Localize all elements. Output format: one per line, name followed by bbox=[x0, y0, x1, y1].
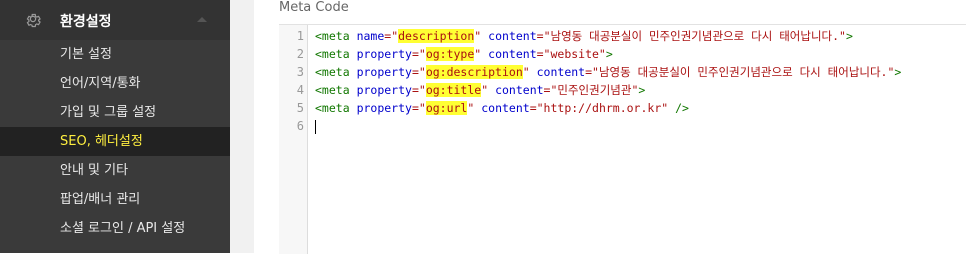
gear-icon bbox=[26, 13, 41, 28]
sidebar-item[interactable]: 언어/지역/통화 bbox=[0, 69, 230, 98]
code-token: property bbox=[356, 101, 412, 115]
code-token: =" bbox=[411, 83, 426, 97]
sidebar-gutter bbox=[230, 0, 254, 253]
code-token: > bbox=[638, 83, 646, 97]
main-panel: Meta Code 123456 <meta name="description… bbox=[254, 0, 966, 254]
code-token: <meta bbox=[315, 65, 350, 79]
highlighted-token: og:description bbox=[425, 65, 523, 79]
highlighted-token: og:title bbox=[425, 83, 482, 97]
code-token: =" bbox=[411, 65, 426, 79]
code-token: ="민주인권기념관" bbox=[543, 83, 639, 97]
code-token: <meta bbox=[315, 83, 350, 97]
code-token: " bbox=[522, 65, 530, 79]
code-token: property bbox=[356, 83, 412, 97]
line-number: 4 bbox=[296, 83, 304, 97]
code-token: property bbox=[356, 65, 412, 79]
code-line[interactable]: <meta property="og:type" content="websit… bbox=[315, 45, 966, 63]
line-number: 5 bbox=[296, 101, 304, 115]
sidebar-item[interactable]: 안내 및 기타 bbox=[0, 156, 230, 185]
settings-section-header[interactable]: 환경설정 bbox=[0, 0, 230, 40]
section-title: 환경설정 bbox=[60, 14, 112, 30]
code-token: ="website" bbox=[536, 47, 606, 61]
code-line[interactable]: <meta property="og:description" content=… bbox=[315, 63, 966, 81]
code-token: <meta bbox=[315, 101, 350, 115]
meta-code-title: Meta Code bbox=[279, 0, 349, 15]
code-token: content bbox=[488, 29, 537, 43]
caret-up-icon[interactable] bbox=[197, 17, 207, 22]
line-number: 3 bbox=[296, 65, 304, 79]
code-token: =" bbox=[411, 47, 426, 61]
sidebar-item[interactable]: 소셜 로그인 / API 설정 bbox=[0, 214, 230, 243]
code-token: =" bbox=[411, 101, 426, 115]
line-number: 2 bbox=[296, 47, 304, 61]
code-editor[interactable]: 123456 <meta name="description" content=… bbox=[279, 24, 966, 254]
code-token: > bbox=[605, 47, 613, 61]
code-token: > bbox=[845, 29, 853, 43]
highlighted-token: og:type bbox=[425, 47, 475, 61]
code-area[interactable]: <meta name="description" content="남영동 대공… bbox=[315, 27, 966, 135]
code-line[interactable]: <meta property="og:title" content="민주인권기… bbox=[315, 81, 966, 99]
line-number: 6 bbox=[296, 119, 304, 133]
code-token: content bbox=[536, 65, 586, 79]
sidebar-item[interactable]: 기본 설정 bbox=[0, 40, 230, 69]
code-token: /> bbox=[668, 101, 689, 115]
code-line[interactable]: <meta name="description" content="남영동 대공… bbox=[315, 27, 966, 45]
code-token: content bbox=[488, 47, 537, 61]
code-token: ="http://dhrm.or.kr" bbox=[529, 101, 669, 115]
code-line[interactable]: <meta property="og:url" content="http://… bbox=[315, 99, 966, 117]
sidebar: 환경설정 기본 설정 언어/지역/통화 가입 및 그룹 설정 SEO, 헤더설정 안내 … bbox=[0, 0, 230, 253]
sidebar-item[interactable]: 가입 및 그룹 설정 bbox=[0, 98, 230, 127]
code-token: <meta bbox=[315, 29, 350, 43]
code-token: ="남영동 대공분실이 민주인권기념관으로 다시 태어납니다." bbox=[536, 29, 846, 43]
highlighted-token: og:url bbox=[425, 101, 468, 115]
code-token: content bbox=[481, 101, 530, 115]
code-token: content bbox=[495, 83, 544, 97]
line-number: 1 bbox=[296, 29, 304, 43]
code-token: =" bbox=[384, 29, 399, 43]
text-cursor bbox=[315, 119, 316, 134]
highlighted-token: description bbox=[398, 29, 475, 43]
code-token: property bbox=[356, 47, 412, 61]
code-token: name bbox=[356, 29, 385, 43]
code-line[interactable] bbox=[315, 117, 966, 135]
line-number-gutter: 1 2 3 4 5 6 bbox=[279, 25, 308, 254]
sidebar-item[interactable]: 팝업/배너 관리 bbox=[0, 185, 230, 214]
code-token: > bbox=[894, 65, 902, 79]
code-token: ="남영동 대공분실이 민주인권기념관으로 다시 태어납니다." bbox=[585, 65, 895, 79]
settings-menu: 기본 설정 언어/지역/통화 가입 및 그룹 설정 SEO, 헤더설정 안내 및 기타 팝… bbox=[0, 40, 230, 243]
code-token: <meta bbox=[315, 47, 350, 61]
sidebar-item[interactable]: SEO, 헤더설정 bbox=[0, 127, 230, 156]
